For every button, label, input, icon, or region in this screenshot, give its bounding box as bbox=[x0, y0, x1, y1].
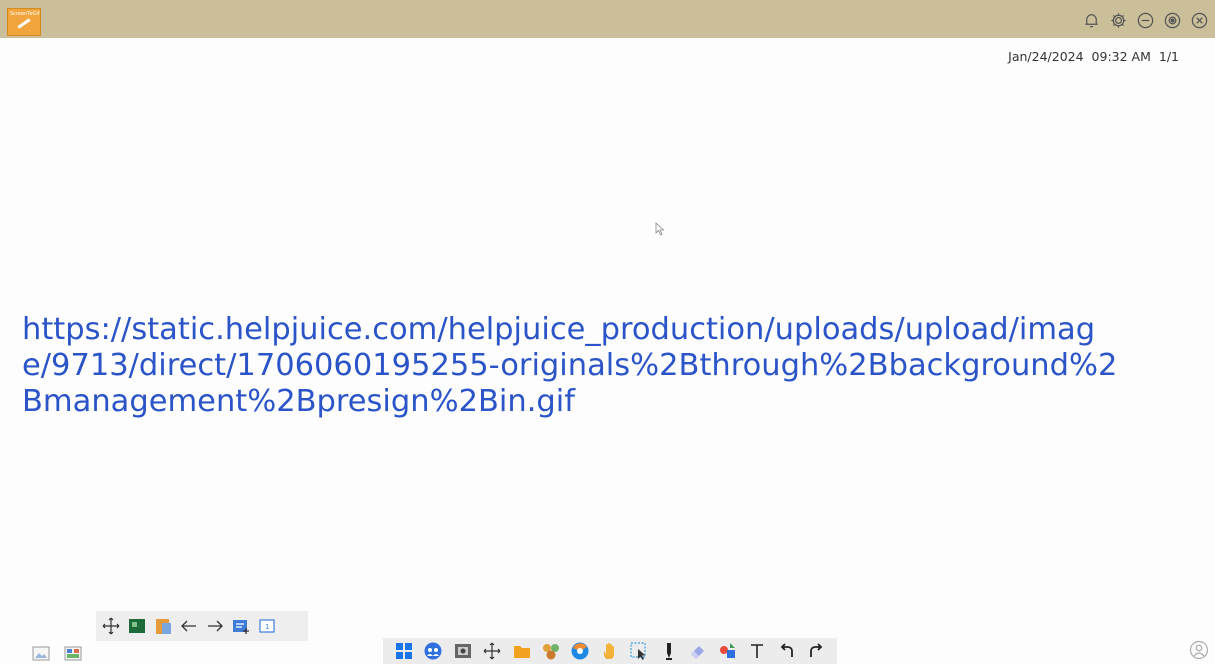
page-number-icon[interactable]: 1 bbox=[256, 615, 278, 637]
minimize-icon[interactable] bbox=[1136, 11, 1155, 30]
redo-icon[interactable] bbox=[805, 640, 827, 662]
bottom-left-tools bbox=[32, 646, 82, 661]
folder-icon[interactable] bbox=[511, 640, 533, 662]
title-bar: ScreenToGif bbox=[0, 0, 1215, 38]
app-logo: ScreenToGif bbox=[7, 8, 41, 36]
mouse-cursor-icon bbox=[655, 222, 665, 236]
screenshot-icon[interactable] bbox=[452, 640, 474, 662]
image-icon[interactable] bbox=[32, 646, 50, 661]
gallery-icon[interactable] bbox=[64, 646, 82, 661]
close-icon[interactable] bbox=[1190, 11, 1209, 30]
url-text: https://static.helpjuice.com/helpjuice_p… bbox=[22, 312, 1118, 419]
eraser-icon[interactable] bbox=[687, 640, 709, 662]
select-icon[interactable] bbox=[628, 640, 650, 662]
pen-icon[interactable] bbox=[658, 640, 680, 662]
windows-icon[interactable] bbox=[393, 640, 415, 662]
user-icon[interactable] bbox=[1189, 640, 1209, 660]
people-icon[interactable] bbox=[422, 640, 444, 662]
pencil-mark-icon bbox=[17, 18, 31, 29]
arrow-left-icon[interactable] bbox=[178, 615, 200, 637]
hand-icon[interactable] bbox=[599, 640, 621, 662]
gear-icon[interactable] bbox=[1109, 11, 1128, 30]
window-controls bbox=[1082, 11, 1209, 30]
page-toolbar: 1 bbox=[96, 611, 308, 641]
browser-icon[interactable] bbox=[569, 640, 591, 662]
move-icon[interactable] bbox=[100, 615, 122, 637]
restore-icon[interactable] bbox=[1163, 11, 1182, 30]
background-icon[interactable] bbox=[126, 615, 148, 637]
clipboard-icon[interactable] bbox=[152, 615, 174, 637]
add-page-icon[interactable] bbox=[230, 615, 252, 637]
move-icon[interactable] bbox=[481, 640, 503, 662]
arrow-right-icon[interactable] bbox=[204, 615, 226, 637]
plugins-icon[interactable] bbox=[540, 640, 562, 662]
main-toolbar bbox=[383, 638, 837, 664]
bell-icon[interactable] bbox=[1082, 11, 1101, 30]
text-icon[interactable] bbox=[746, 640, 768, 662]
shape-icon[interactable] bbox=[717, 640, 739, 662]
svg-text:1: 1 bbox=[265, 623, 269, 631]
app-logo-text: ScreenToGif bbox=[10, 11, 40, 17]
undo-icon[interactable] bbox=[776, 640, 798, 662]
